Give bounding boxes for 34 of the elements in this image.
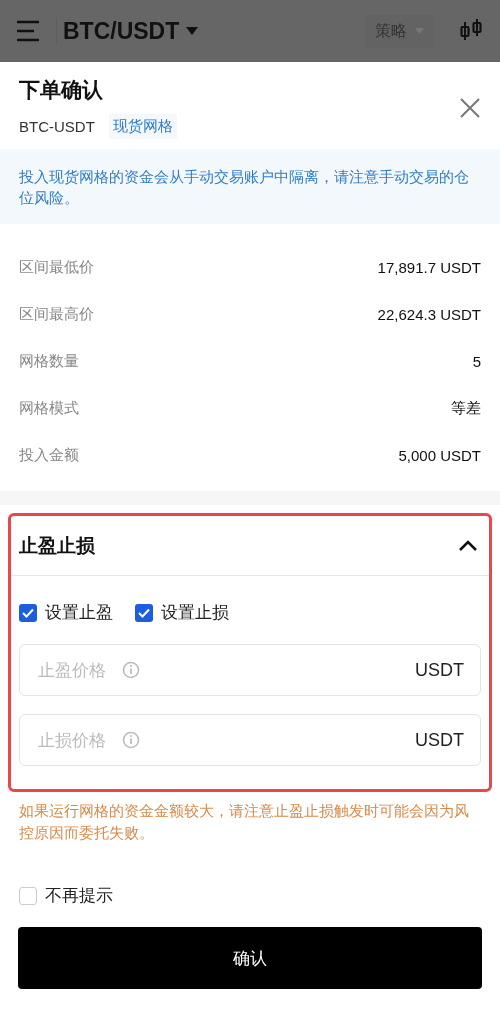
detail-value: 22,624.3 USDT: [377, 306, 481, 323]
unit-label: USDT: [415, 729, 464, 751]
checkbox-option[interactable]: 设置止损: [135, 601, 229, 624]
section-header[interactable]: 止盈止损: [11, 516, 489, 576]
warning-text: 如果运行网格的资金金额较大，请注意止盈止损触发时可能会因为风控原因而委托失败。: [18, 802, 470, 843]
detail-label: 网格模式: [19, 399, 79, 418]
info-icon[interactable]: [122, 661, 140, 679]
info-icon[interactable]: [122, 731, 140, 749]
checkbox[interactable]: [19, 603, 37, 622]
checkbox[interactable]: [19, 886, 37, 905]
detail-value: 5: [472, 353, 481, 370]
symbol-label: BTC-USDT: [19, 118, 95, 135]
strategy-tag: 现货网格: [108, 114, 177, 139]
confirm-button[interactable]: 确认: [18, 927, 482, 989]
detail-label: 区间最高价: [19, 305, 94, 324]
checkbox-option[interactable]: 设置止盈: [19, 601, 113, 624]
detail-value: 17,891.7 USDT: [377, 259, 481, 276]
dialog-title: 下单确认: [19, 77, 104, 104]
detail-label: 区间最低价: [19, 258, 94, 277]
menu-icon[interactable]: [16, 20, 42, 42]
unit-label: USDT: [415, 659, 464, 681]
notice-banner: 投入现货网格的资金会从手动交易账户中隔离，请注意手动交易的仓位风险。: [0, 149, 500, 224]
detail-value: 5,000 USDT: [398, 447, 481, 464]
price-input[interactable]: 止盈价格: [38, 660, 118, 680]
close-icon[interactable]: [460, 97, 480, 118]
detail-label: 投入金额: [19, 446, 79, 465]
caret-icon: [185, 26, 200, 36]
price-field[interactable]: 止损价格 USDT: [19, 714, 481, 766]
price-field[interactable]: 止盈价格 USDT: [19, 644, 481, 696]
dont-remind-option[interactable]: 不再提示: [0, 844, 500, 907]
detail-value: 等差: [451, 399, 481, 418]
price-input[interactable]: 止损价格: [38, 730, 118, 750]
detail-label: 网格数量: [19, 352, 79, 371]
checkbox[interactable]: [135, 603, 153, 622]
